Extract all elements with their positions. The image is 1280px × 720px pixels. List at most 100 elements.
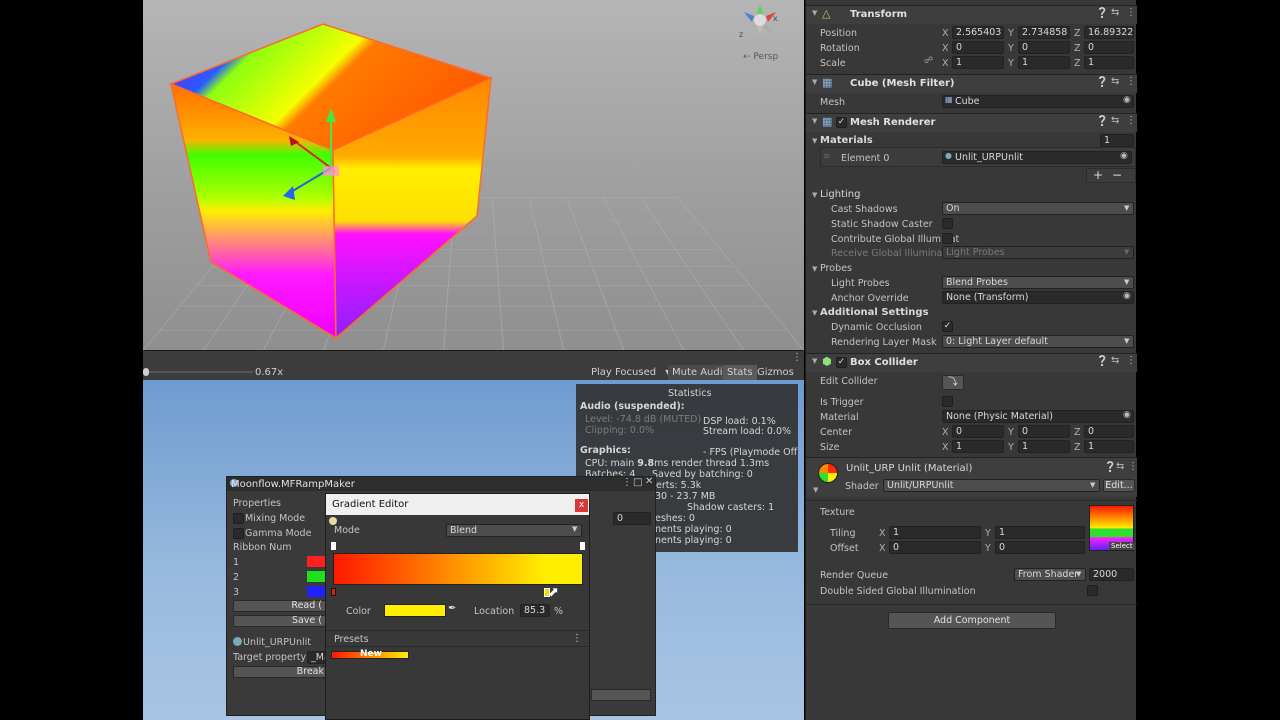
- chevron-down-icon[interactable]: ▼: [812, 9, 817, 17]
- object-picker-icon[interactable]: ◉: [1123, 410, 1131, 420]
- tiling-y-field[interactable]: 1: [995, 526, 1085, 539]
- alpha-key-icon[interactable]: [329, 517, 337, 525]
- cast-shadows-dropdown[interactable]: On: [942, 202, 1134, 215]
- eyedropper-icon[interactable]: ✒: [448, 603, 456, 614]
- position-x-field[interactable]: 2.565403: [952, 26, 1004, 39]
- size-y-field[interactable]: 1: [1018, 440, 1070, 453]
- tiling-x-field[interactable]: 1: [889, 526, 981, 539]
- ribbon-color-swatch[interactable]: [307, 556, 327, 567]
- gradient-preview-bar[interactable]: [333, 553, 583, 585]
- scale-z-field[interactable]: 1: [1084, 56, 1134, 69]
- play-focused-dropdown[interactable]: Play Focused ▼: [587, 365, 675, 380]
- stats-button[interactable]: Stats: [723, 365, 757, 380]
- static-shadow-caster-checkbox[interactable]: [942, 218, 953, 229]
- offset-y-field[interactable]: 0: [995, 541, 1085, 554]
- preset-icon[interactable]: ⇆: [1111, 355, 1119, 366]
- read-button[interactable]: Read (: [233, 600, 327, 612]
- preset-icon[interactable]: ⇆: [1116, 461, 1124, 472]
- ribbon-color-swatch[interactable]: [307, 586, 327, 597]
- help-icon[interactable]: ❔: [1104, 462, 1116, 473]
- help-icon[interactable]: ❔: [1096, 116, 1108, 127]
- chevron-down-icon[interactable]: ▼: [812, 137, 817, 145]
- cube-object[interactable]: [143, 0, 804, 350]
- center-y-field[interactable]: 0: [1018, 425, 1070, 438]
- add-icon[interactable]: +: [1093, 168, 1103, 182]
- scale-y-field[interactable]: 1: [1018, 56, 1070, 69]
- edit-collider-button[interactable]: ⤵: [942, 375, 964, 390]
- texture-select-button[interactable]: Select: [1109, 542, 1135, 550]
- position-z-field[interactable]: 16.89322: [1084, 26, 1134, 39]
- render-queue-field[interactable]: 2000: [1089, 568, 1134, 581]
- close-icon[interactable]: ✕: [645, 476, 653, 487]
- scale-x-field[interactable]: 1: [952, 56, 1004, 69]
- link-icon[interactable]: ☍: [924, 56, 933, 66]
- location-field[interactable]: 85.3: [520, 604, 550, 617]
- center-x-field[interactable]: 0: [952, 425, 1004, 438]
- preset-icon[interactable]: ⇆: [1111, 115, 1119, 126]
- more-options-icon[interactable]: ⋮: [1126, 76, 1136, 87]
- enabled-checkbox[interactable]: ✓: [836, 117, 847, 128]
- gradient-editor-window[interactable]: Gradient Editor x Mode Blend ▼ ⬈ Color ✒…: [325, 493, 590, 720]
- mesh-field[interactable]: Cube: [942, 95, 1134, 108]
- chevron-down-icon[interactable]: ▼: [813, 486, 818, 494]
- more-options-icon[interactable]: ⋮: [1128, 461, 1138, 472]
- more-options-icon[interactable]: ⋮: [1126, 7, 1136, 18]
- anchor-override-field[interactable]: None (Transform): [942, 291, 1134, 304]
- more-options-icon[interactable]: ⋮: [622, 477, 632, 488]
- more-options-icon[interactable]: ⋮: [572, 633, 582, 644]
- center-z-field[interactable]: 0: [1084, 425, 1134, 438]
- remove-icon[interactable]: −: [1112, 168, 1122, 182]
- scene-view[interactable]: z x ⇠ Persp: [143, 0, 804, 350]
- chevron-down-icon[interactable]: ▼: [812, 357, 817, 365]
- alpha-stop-left[interactable]: [331, 542, 336, 550]
- alpha-stop-right[interactable]: [580, 542, 585, 550]
- chevron-down-icon[interactable]: ▼: [812, 191, 817, 199]
- dynamic-occlusion-checkbox[interactable]: ✓: [942, 321, 953, 332]
- size-x-field[interactable]: 1: [952, 440, 1004, 453]
- save-button[interactable]: Save (: [233, 615, 327, 627]
- size-z-field[interactable]: 1: [1084, 440, 1134, 453]
- rotation-y-field[interactable]: 0: [1018, 41, 1070, 54]
- mixing-mode-checkbox[interactable]: [233, 513, 244, 524]
- preset-icon[interactable]: ⇆: [1111, 76, 1119, 87]
- help-icon[interactable]: ❔: [1096, 8, 1108, 19]
- object-picker-icon[interactable]: ◉: [1123, 95, 1131, 105]
- edit-shader-button[interactable]: Edit...: [1103, 479, 1135, 492]
- chevron-down-icon[interactable]: ▼: [812, 265, 817, 273]
- persp-label[interactable]: ⇠ Persp: [743, 52, 778, 62]
- close-icon[interactable]: x: [575, 499, 588, 512]
- light-probes-dropdown[interactable]: Blend Probes: [942, 276, 1134, 289]
- more-options-icon[interactable]: ⋮: [792, 352, 802, 363]
- element0-field[interactable]: Unlit_URPUnlit: [942, 151, 1132, 164]
- object-picker-icon[interactable]: ◉: [1120, 151, 1128, 161]
- shader-dropdown[interactable]: Unlit/URPUnlit: [883, 479, 1100, 492]
- help-icon[interactable]: ❔: [1096, 356, 1108, 367]
- scale-slider-handle[interactable]: [143, 368, 149, 376]
- double-sided-gi-checkbox[interactable]: [1087, 585, 1098, 596]
- break-button[interactable]: Break: [233, 666, 327, 678]
- chevron-down-icon[interactable]: ▼: [812, 78, 817, 86]
- gamma-mode-checkbox[interactable]: [233, 528, 244, 539]
- drag-handle-icon[interactable]: ≡: [823, 152, 831, 162]
- ribbon-num-field[interactable]: 0: [613, 512, 651, 525]
- more-options-icon[interactable]: ⋮: [1126, 115, 1136, 126]
- offset-x-field[interactable]: 0: [889, 541, 981, 554]
- physic-material-field[interactable]: None (Physic Material): [942, 410, 1134, 423]
- chevron-down-icon[interactable]: ▼: [812, 309, 817, 317]
- more-options-icon[interactable]: ⋮: [1126, 355, 1136, 366]
- rotation-x-field[interactable]: 0: [952, 41, 1004, 54]
- color-stop-left[interactable]: [331, 588, 336, 596]
- rotation-z-field[interactable]: 0: [1084, 41, 1134, 54]
- ribbon-color-swatch[interactable]: [307, 571, 327, 582]
- color-swatch[interactable]: [384, 604, 446, 617]
- maximize-icon[interactable]: □: [633, 477, 642, 488]
- object-picker-icon[interactable]: ◉: [1123, 291, 1131, 301]
- chevron-down-icon[interactable]: ▼: [812, 117, 817, 125]
- scale-slider-track[interactable]: [145, 371, 253, 373]
- gizmos-dropdown[interactable]: Gizmos ▼: [753, 365, 804, 392]
- contribute-gi-checkbox[interactable]: [942, 233, 953, 244]
- mode-dropdown[interactable]: Blend: [446, 524, 582, 537]
- rendering-layer-dropdown[interactable]: 0: Light Layer default: [942, 335, 1134, 348]
- help-icon[interactable]: ❔: [1096, 77, 1108, 88]
- materials-count-field[interactable]: 1: [1100, 134, 1134, 147]
